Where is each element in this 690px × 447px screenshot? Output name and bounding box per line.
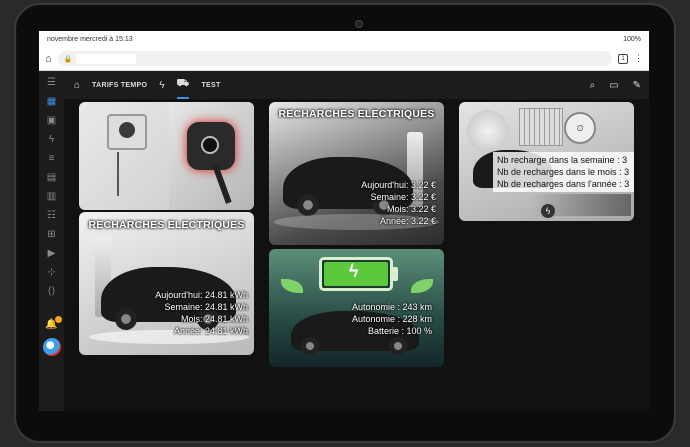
list-icon[interactable]: ≡ (45, 153, 59, 165)
notification-badge (54, 316, 62, 323)
leaf-icon (281, 279, 303, 293)
energy-card-title: RECHARCHES ELECTRIQUES (88, 219, 245, 231)
count-week: Nb recharge dans la semaine : 3 (497, 155, 628, 165)
car-tab-icon[interactable]: ⛟ (176, 71, 190, 99)
person-card-icon[interactable]: ▣ (45, 115, 59, 127)
dashboard-topbar: ⌂ TARIFS TEMPO ϟ ⛟ TEST ⌕ ▭ ✎ (64, 71, 649, 99)
energy-week: Semaine: 24.81 kWh (164, 302, 248, 312)
range-primary: Autonomie : 243 km (351, 302, 432, 312)
wheel (297, 194, 319, 216)
avatar[interactable] (42, 338, 61, 356)
count-values: Nb recharge dans la semaine : 3 Nb de re… (493, 152, 634, 192)
energy-values: Aujourd'hui: 24.81 kWh Semaine: 24.81 kW… (155, 289, 248, 337)
store-icon[interactable]: ⊞ (45, 229, 59, 241)
cost-today: Aujourd'hui: 3.22 € (361, 180, 436, 190)
clock-icon: ⏲ (564, 112, 596, 144)
address-bar[interactable]: 🔒 (57, 51, 612, 66)
notifications-icon[interactable]: 🔔 (45, 316, 62, 331)
wheel (115, 308, 137, 330)
charger-image-card[interactable] (79, 102, 254, 210)
code-icon[interactable]: ⟨⟩ (45, 286, 59, 298)
cost-card-title: RECHARCHES ELECTRIQUES (278, 108, 435, 120)
media-icon[interactable]: ▶ (45, 248, 59, 260)
lightning-icon[interactable]: ϟ (45, 134, 59, 146)
front-camera (355, 20, 363, 28)
recharge-count-card[interactable]: ⏲ ϟ Nb recharge dans la semaine : 3 Nb d… (459, 102, 634, 221)
calendar-icon[interactable]: ▥ (45, 191, 59, 203)
status-battery: 100% (623, 35, 641, 43)
url-text (76, 53, 137, 64)
edit-icon[interactable]: ✎ (633, 80, 641, 91)
tab-tarifs-tempo[interactable]: TARIFS TEMPO (92, 71, 147, 99)
logbook-icon[interactable]: ☷ (45, 210, 59, 222)
cost-week: Semaine: 3.22 € (370, 192, 436, 202)
browser-bar: ⌂ 🔒 1 ⋮ (39, 47, 649, 71)
dashboard-icon[interactable]: ▦ (45, 96, 59, 108)
dashboard-main: RECHARCHES ELECTRIQUES Aujourd'hui: 24.8… (64, 99, 649, 411)
home-icon[interactable]: ⌂ (45, 53, 52, 65)
range-card[interactable]: ϟ Autonomie : 243 km Autonomie : 228 km … (269, 249, 444, 367)
wheel (301, 337, 319, 355)
battery-level: Batterie : 100 % (367, 326, 432, 336)
count-year: Nb de recharges dans l'année : 3 (497, 179, 630, 189)
energy-month: Mois: 24.81 kWh (180, 314, 248, 324)
tab-test[interactable]: TEST (201, 71, 220, 99)
cost-values: Aujourd'hui: 3.22 € Semaine: 3.22 € Mois… (361, 179, 436, 227)
lightning-icon: ϟ (349, 261, 359, 281)
sidebar: ☰ ▦ ▣ ϟ ≡ ▤ ▥ ☷ ⊞ ▶ ⊹ ⟨⟩ 🔔 (39, 71, 64, 411)
leaf-icon (411, 279, 433, 293)
wheel (389, 337, 407, 355)
search-icon[interactable]: ⌕ (590, 80, 596, 91)
assist-icon[interactable]: ▭ (609, 80, 618, 91)
browser-menu-icon[interactable]: ⋮ (634, 53, 643, 64)
chart-icon[interactable]: ▤ (45, 172, 59, 184)
range-secondary: Autonomie : 228 km (351, 314, 432, 324)
cost-card[interactable]: RECHARCHES ELECTRIQUES Aujourd'hui: 3.22… (269, 102, 444, 245)
lightning-icon: ϟ (541, 204, 555, 218)
status-time: novembre mercredi à 15:13 (47, 35, 133, 43)
energy-card[interactable]: RECHARCHES ELECTRIQUES Aujourd'hui: 24.8… (79, 212, 254, 355)
network-icon[interactable]: ⊹ (45, 267, 59, 279)
cost-month: Mois: 3.22 € (386, 204, 436, 214)
range-values: Autonomie : 243 km Autonomie : 228 km Ba… (352, 301, 432, 337)
energy-year: Année: 24.81 kWh (173, 326, 248, 336)
lock-icon: 🔒 (63, 55, 73, 63)
charging-station-tab-icon[interactable]: ϟ (159, 80, 164, 91)
count-month: Nb de recharges dans le mois : 3 (497, 167, 630, 177)
home-tab-icon[interactable]: ⌂ (74, 80, 80, 91)
cost-year: Année: 3.22 € (379, 216, 436, 226)
tabs-count-button[interactable]: 1 (618, 53, 628, 64)
screen: novembre mercredi à 15:13 100% ⌂ 🔒 1 ⋮ ☰… (39, 31, 649, 411)
status-bar: novembre mercredi à 15:13 100% (39, 31, 649, 47)
energy-today: Aujourd'hui: 24.81 kWh (155, 290, 248, 300)
menu-icon[interactable]: ☰ (45, 77, 59, 89)
